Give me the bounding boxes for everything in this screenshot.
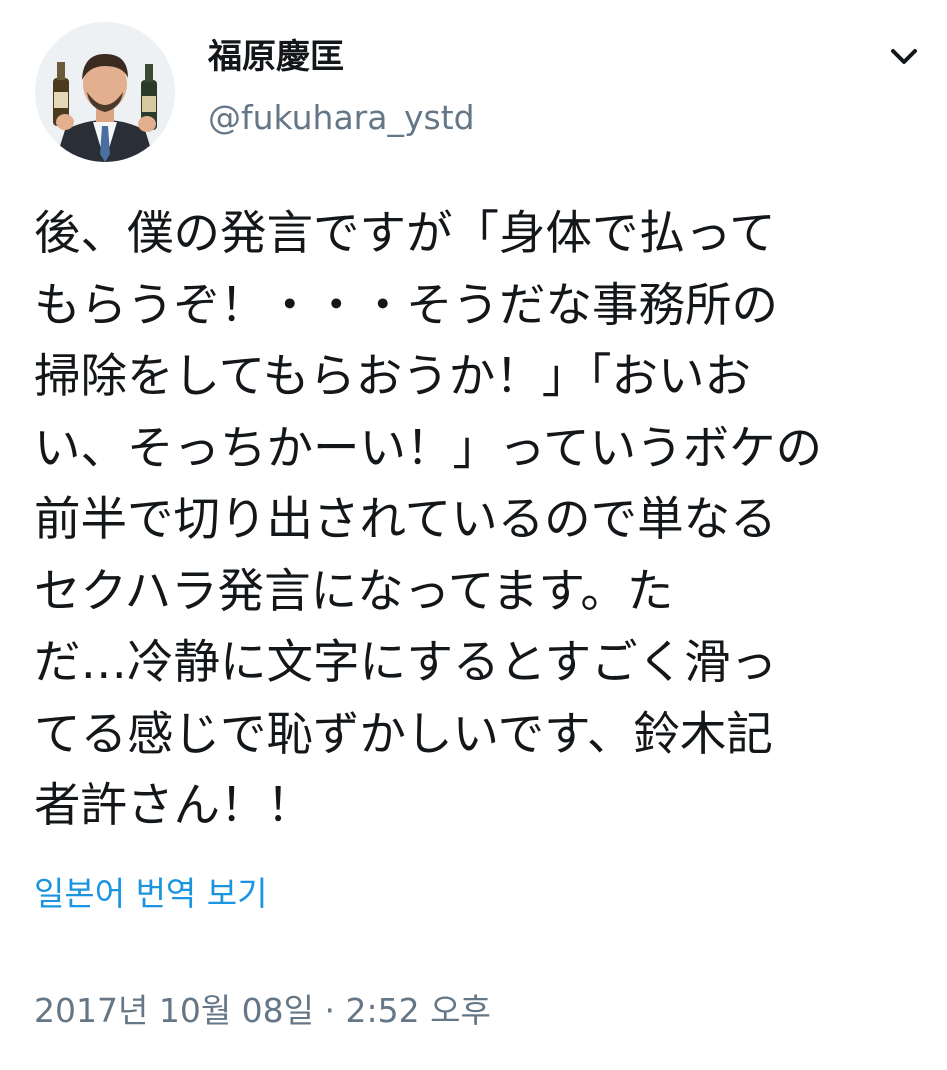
tweet-text-line: 掃除をしてもらおうか！」「おいお (34, 349, 752, 403)
tweet-text-line: だ…冷静に文字にするとすごく滑っ (34, 635, 778, 689)
author-handle[interactable]: @fukuhara_ystd (208, 96, 475, 140)
tweet-text: 後、僕の発言ですが「身体で払って もらうぞ！・・・そうだな事務所の 掃除をしても… (34, 198, 914, 842)
tweet-text-line: 後、僕の発言ですが「身体で払って (34, 206, 776, 260)
chevron-down-icon[interactable] (884, 40, 924, 74)
author-display-name[interactable]: 福原慶匡 (208, 34, 344, 80)
tweet-detail: 福原慶匡 @fukuhara_ystd 後、僕の発言ですが「身体で払って もらう… (0, 0, 947, 1070)
avatar[interactable] (35, 22, 175, 162)
tweet-text-line: セクハラ発言になってます。た (34, 563, 674, 618)
tweet-text-line: 前半で切り出されているので単なる (34, 492, 777, 546)
tweet-text-line: 者許さん！！ (34, 778, 313, 832)
tweet-text-line: い、そっちかーい！」っていうボケの (34, 420, 823, 475)
translate-tweet-link[interactable]: 일본어 번역 보기 (34, 870, 268, 918)
tweet-text-line: もらうぞ！・・・そうだな事務所の (34, 277, 778, 332)
tweet-timestamp[interactable]: 2017년 10월 08일 · 2:52 오후 (34, 987, 491, 1035)
tweet-text-line: てる感じで恥ずかしいです、鈴木記 (34, 706, 773, 761)
